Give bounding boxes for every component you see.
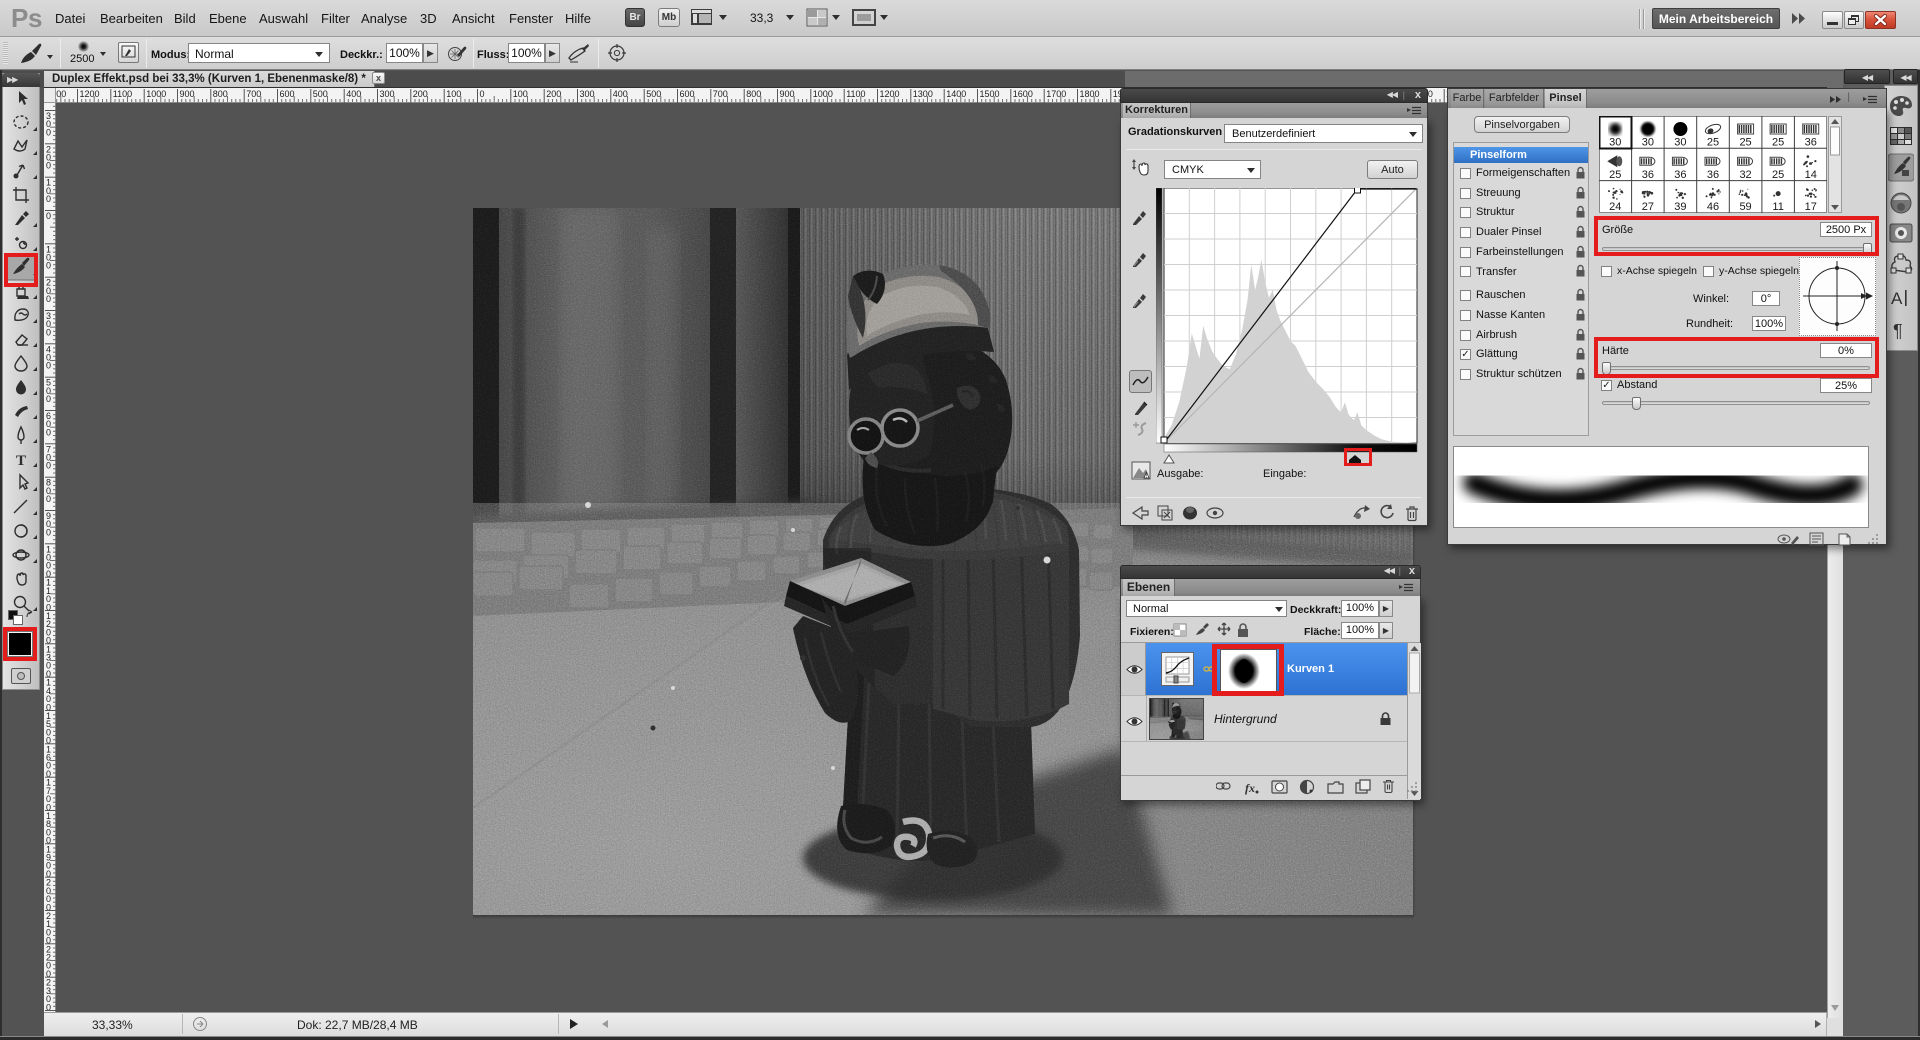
svg-text:25: 25 (1772, 169, 1784, 181)
svg-text:1600: 1600 (1013, 89, 1033, 99)
svg-text:1000: 1000 (813, 89, 833, 99)
svg-text:900: 900 (780, 89, 795, 99)
svg-text:0: 0 (480, 89, 485, 99)
svg-text:1100: 1100 (846, 89, 865, 99)
svg-text:0: 0 (46, 103, 51, 104)
svg-text:0: 0 (46, 211, 51, 221)
svg-text:0: 0 (46, 461, 51, 471)
svg-text:¶: ¶ (1893, 321, 1903, 341)
svg-text:0: 0 (46, 127, 51, 137)
svg-text:500: 500 (646, 89, 661, 99)
svg-text:32: 32 (1739, 169, 1751, 181)
svg-text:A: A (1891, 289, 1903, 308)
svg-text:P: P (11, 4, 28, 32)
svg-text:30: 30 (1642, 137, 1654, 149)
svg-text:0: 0 (46, 427, 51, 437)
svg-text:36: 36 (1642, 169, 1654, 181)
svg-text:700: 700 (713, 89, 728, 99)
svg-text:0: 0 (46, 494, 51, 504)
svg-text:17: 17 (1805, 201, 1817, 213)
svg-text:0: 0 (46, 327, 51, 337)
svg-text:0: 0 (46, 294, 51, 304)
svg-text:700: 700 (246, 89, 261, 99)
svg-text:0: 0 (46, 361, 51, 371)
svg-text:800: 800 (746, 89, 761, 99)
svg-text:0: 0 (46, 394, 51, 404)
svg-text:0: 0 (46, 194, 51, 204)
svg-text:1700: 1700 (1046, 89, 1066, 99)
svg-text:400: 400 (346, 89, 361, 99)
svg-text:900: 900 (180, 89, 195, 99)
svg-text:25: 25 (1772, 137, 1784, 149)
svg-text:0: 0 (46, 527, 51, 537)
svg-text:25: 25 (1609, 169, 1621, 181)
svg-text:30: 30 (1609, 137, 1621, 149)
svg-text:36: 36 (1674, 169, 1686, 181)
svg-text:30: 30 (1674, 137, 1686, 149)
svg-text:25: 25 (1707, 137, 1719, 149)
svg-text:300: 300 (580, 89, 595, 99)
svg-text:1800: 1800 (1080, 89, 1100, 99)
svg-text:14: 14 (1805, 169, 1817, 181)
svg-text:0: 0 (46, 261, 51, 271)
svg-text:27: 27 (1642, 201, 1654, 213)
svg-text:1200: 1200 (80, 89, 100, 99)
svg-text:s: s (28, 4, 42, 32)
svg-text:100: 100 (513, 89, 528, 99)
svg-text:24: 24 (1609, 201, 1621, 213)
svg-text:1400: 1400 (946, 89, 966, 99)
svg-text:1000: 1000 (146, 89, 166, 99)
svg-text:25: 25 (1739, 137, 1751, 149)
svg-text:300: 300 (380, 89, 395, 99)
svg-text:T: T (16, 453, 26, 469)
svg-text:1500: 1500 (980, 89, 1000, 99)
svg-text:1200: 1200 (880, 89, 900, 99)
svg-text:400: 400 (613, 89, 628, 99)
svg-text:200: 200 (413, 89, 428, 99)
svg-text:200: 200 (546, 89, 561, 99)
svg-text:1100: 1100 (113, 89, 132, 99)
svg-text:1300: 1300 (913, 89, 933, 99)
svg-text:46: 46 (1707, 201, 1719, 213)
svg-text:0: 0 (46, 161, 51, 171)
svg-text:fx: fx (1245, 781, 1255, 795)
svg-text:100: 100 (446, 89, 461, 99)
svg-text:59: 59 (1739, 201, 1751, 213)
svg-text:11: 11 (1772, 201, 1783, 213)
svg-text:36: 36 (1707, 169, 1719, 181)
svg-text:36: 36 (1805, 137, 1817, 149)
svg-text:39: 39 (1674, 201, 1686, 213)
svg-text:600: 600 (680, 89, 695, 99)
svg-text:500: 500 (313, 89, 328, 99)
svg-text:800: 800 (213, 89, 228, 99)
svg-text:600: 600 (280, 89, 295, 99)
